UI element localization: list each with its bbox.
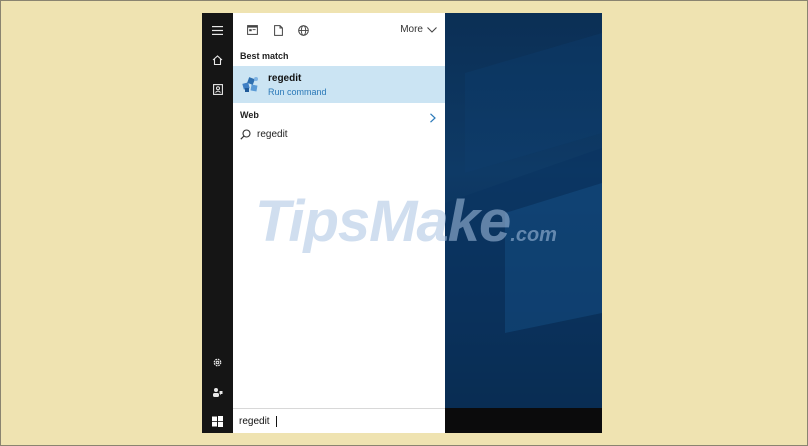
search-filter-toolbar: More bbox=[233, 13, 445, 47]
chevron-down-icon bbox=[427, 26, 437, 33]
globe-icon[interactable] bbox=[296, 23, 310, 37]
best-match-heading: Best match bbox=[240, 51, 289, 61]
best-match-result[interactable]: regedit Run command bbox=[233, 66, 445, 103]
web-heading: Web bbox=[240, 110, 259, 120]
regedit-icon bbox=[241, 74, 261, 94]
desktop-background bbox=[445, 13, 602, 408]
feedback-icon[interactable] bbox=[202, 381, 233, 403]
search-box[interactable] bbox=[233, 408, 445, 433]
web-result-text: regedit bbox=[257, 128, 288, 140]
best-match-title: regedit bbox=[268, 73, 302, 84]
hamburger-menu-icon[interactable] bbox=[202, 19, 233, 41]
document-icon[interactable] bbox=[271, 23, 285, 37]
notebook-icon[interactable] bbox=[202, 78, 233, 100]
search-input[interactable] bbox=[239, 412, 429, 430]
more-label: More bbox=[400, 24, 423, 35]
apps-icon[interactable] bbox=[245, 23, 259, 37]
search-results-panel: More Best match regedit Run command Web bbox=[233, 13, 445, 408]
windows-start-icon[interactable] bbox=[202, 410, 233, 432]
chevron-right-icon[interactable] bbox=[429, 110, 437, 123]
more-filters-dropdown[interactable]: More bbox=[400, 24, 437, 35]
search-icon bbox=[240, 128, 251, 140]
windows-wallpaper-light bbox=[445, 33, 602, 408]
best-match-subtitle: Run command bbox=[268, 87, 327, 97]
settings-icon[interactable] bbox=[202, 351, 233, 373]
web-result-item[interactable]: regedit bbox=[240, 126, 288, 142]
text-caret bbox=[276, 416, 277, 427]
start-rail bbox=[202, 13, 233, 433]
home-icon[interactable] bbox=[202, 49, 233, 71]
windows-screen: More Best match regedit Run command Web bbox=[202, 13, 602, 433]
